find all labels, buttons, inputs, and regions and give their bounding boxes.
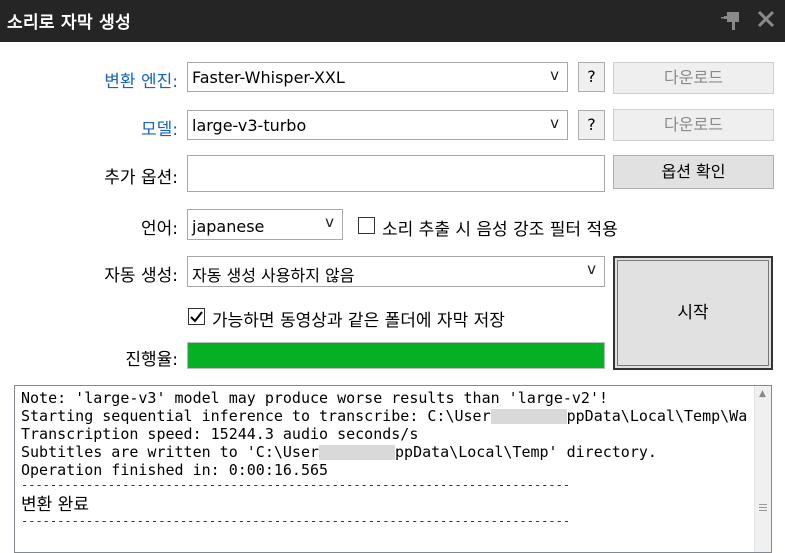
redacted-text	[490, 409, 567, 424]
engine-select[interactable]: Faster-Whisper-XXL v	[187, 62, 568, 92]
log-separator: ----------------------------------------…	[21, 514, 571, 528]
log-line: Subtitles are written to 'C:\User ppData\…	[21, 443, 657, 461]
chevron-down-icon: v	[587, 260, 596, 278]
log-output[interactable]: Note: 'large-v3' model may produce worse…	[14, 385, 772, 553]
log-scrollbar[interactable]: ▲	[754, 386, 771, 552]
options-check-button[interactable]: 옵션 확인	[613, 155, 774, 189]
window-title: 소리로 자막 생성	[7, 13, 132, 33]
chevron-down-icon: v	[550, 66, 559, 84]
pin-icon[interactable]	[718, 6, 746, 34]
progress-bar	[187, 342, 605, 369]
language-label: 언어:	[140, 219, 178, 239]
title-bar: 소리로 자막 생성	[0, 0, 785, 42]
log-line: Note: 'large-v3' model may produce worse…	[21, 389, 608, 407]
engine-download-button[interactable]: 다운로드	[613, 62, 774, 94]
model-help-button[interactable]: ?	[578, 110, 605, 140]
engine-help-button[interactable]: ?	[578, 62, 605, 92]
model-select-value: large-v3-turbo	[192, 116, 307, 135]
engine-select-value: Faster-Whisper-XXL	[192, 68, 345, 87]
chevron-down-icon: v	[550, 114, 559, 132]
close-icon[interactable]	[752, 6, 780, 34]
redacted-text	[319, 445, 396, 460]
model-select[interactable]: large-v3-turbo v	[187, 110, 568, 140]
auto-generate-select[interactable]: 자동 생성 사용하지 않음 v	[187, 256, 605, 287]
chevron-down-icon: v	[325, 213, 334, 231]
save-same-folder-label: 가능하면 동영상과 같은 폴더에 자막 저장	[212, 311, 505, 331]
log-line: Starting sequential inference to transcr…	[21, 407, 748, 425]
options-label: 추가 옵션:	[104, 168, 178, 188]
voice-filter-label: 소리 추출 시 음성 강조 필터 적용	[382, 220, 618, 240]
log-separator: ----------------------------------------…	[21, 478, 571, 492]
progress-fill	[188, 343, 604, 368]
progress-label: 진행율:	[125, 350, 178, 370]
model-download-button[interactable]: 다운로드	[613, 109, 774, 141]
language-select[interactable]: japanese v	[187, 209, 343, 240]
options-input[interactable]	[187, 155, 605, 192]
start-button[interactable]: 시작	[613, 256, 773, 370]
checkmark-icon	[190, 311, 203, 323]
save-same-folder-checkbox[interactable]	[188, 308, 205, 325]
scroll-grip-icon[interactable]	[759, 504, 767, 512]
scroll-up-icon[interactable]: ▲	[759, 389, 766, 399]
auto-generate-label: 자동 생성:	[104, 266, 178, 286]
model-label: 모델:	[140, 120, 178, 140]
language-select-value: japanese	[192, 217, 265, 236]
engine-label: 변환 엔진:	[104, 72, 178, 92]
voice-filter-checkbox[interactable]	[358, 217, 375, 234]
auto-generate-select-value: 자동 생성 사용하지 않음	[192, 266, 355, 285]
log-line: Transcription speed: 15244.3 audio secon…	[21, 425, 419, 443]
